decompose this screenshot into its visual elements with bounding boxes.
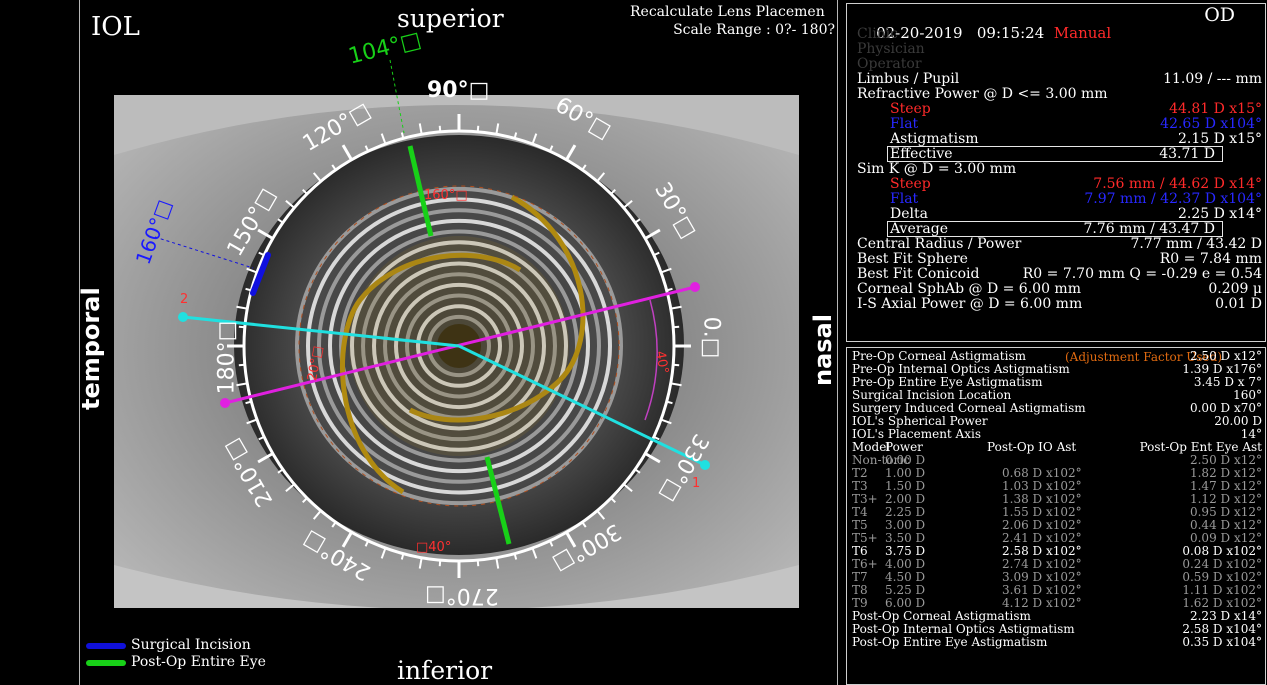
postop-legend-swatch bbox=[86, 660, 126, 666]
simk-flat-value: 7.97 mm / 42.37 D x104° bbox=[1084, 191, 1262, 207]
dial-tick bbox=[565, 144, 577, 161]
bfs-value: R0 = 7.84 mm bbox=[1159, 251, 1262, 267]
central-label: Central Radius / Power bbox=[857, 236, 1022, 252]
dial-tick bbox=[246, 267, 258, 274]
red-140-label: □40° bbox=[416, 540, 452, 555]
astig-value: 2.15 D x15° bbox=[1177, 131, 1262, 147]
central-value: 7.77 mm / 43.42 D bbox=[1130, 236, 1262, 252]
limbus-value: 11.09 / --- mm bbox=[1163, 71, 1262, 87]
effective-label: Effective bbox=[890, 146, 953, 162]
operator-label: Operator bbox=[857, 56, 922, 72]
keratometry-panel: 02-20-2019 09:15:24 Manual OD Clinic Phy… bbox=[846, 3, 1266, 342]
center-border bbox=[837, 0, 838, 685]
simk-flat-label: Flat bbox=[890, 191, 919, 207]
angle-label-180: 180°□ bbox=[214, 320, 240, 395]
is-label: I-S Axial Power @ D = 6.00 mm bbox=[857, 296, 1083, 312]
delta-value: 2.25 D x14° bbox=[1177, 206, 1262, 222]
limbus-label: Limbus / Pupil bbox=[857, 71, 960, 87]
dial-tick bbox=[531, 133, 538, 145]
incision-legend-swatch bbox=[86, 643, 126, 649]
flat-value: 42.65 D x104° bbox=[1160, 116, 1262, 132]
dial-tick bbox=[495, 123, 500, 135]
simk-steep-value: 7.56 mm / 44.62 D x14° bbox=[1093, 176, 1262, 192]
exam-mode: Manual bbox=[1053, 24, 1112, 42]
delta-label: Delta bbox=[890, 206, 928, 222]
bfc-value: R0 = 7.70 mm Q = -0.29 e = 0.54 bbox=[1022, 266, 1262, 282]
dial-tick bbox=[495, 557, 500, 569]
average-label: Average bbox=[890, 221, 949, 237]
steep-label: Steep bbox=[890, 101, 931, 117]
postop-row-value: 0.35 D x104° bbox=[1182, 635, 1262, 649]
dial-tick bbox=[531, 547, 538, 559]
point-1-label: 1 bbox=[692, 476, 701, 491]
clinic-label: Clinic bbox=[857, 26, 899, 42]
flat-label: Flat bbox=[890, 116, 919, 132]
effective-value: 43.71 D bbox=[1159, 146, 1215, 162]
sphab-label: Corneal SphAb @ D = 6.00 mm bbox=[857, 281, 1081, 297]
is-value: 0.01 D bbox=[1215, 296, 1262, 312]
dial-tick bbox=[670, 305, 682, 310]
dial-tick bbox=[236, 305, 248, 310]
toric-calc-panel: (Adjustment Factor Used) Pre-Op Corneal … bbox=[846, 347, 1266, 685]
dial-tick bbox=[312, 172, 322, 182]
angle-label-90: 90°□ bbox=[427, 78, 490, 103]
dial-tick bbox=[257, 452, 274, 464]
bfc-label: Best Fit Conicoid bbox=[857, 266, 980, 282]
dial-tick bbox=[341, 144, 353, 161]
sphab-value: 0.209 μ bbox=[1208, 281, 1262, 297]
point-2-label: 2 bbox=[180, 292, 189, 307]
dial-tick bbox=[670, 382, 682, 387]
dial-tick bbox=[644, 452, 661, 464]
average-value: 7.76 mm / 43.47 D bbox=[1083, 221, 1215, 237]
refr-label: Refractive Power @ D <= 3.00 mm bbox=[857, 86, 1108, 102]
dial-tick bbox=[644, 228, 661, 240]
red-160-label: 160°□ bbox=[424, 188, 468, 203]
postop-row-label: Post-Op Entire Eye Astigmatism bbox=[852, 635, 1048, 649]
dial-tick bbox=[380, 547, 387, 559]
steep-value: 44.81 D x15° bbox=[1169, 101, 1262, 117]
dial-tick bbox=[312, 510, 322, 520]
dial-tick bbox=[596, 172, 606, 182]
simk-label: Sim K @ D = 3.00 mm bbox=[857, 161, 1017, 177]
dial-tick bbox=[285, 483, 295, 493]
dial-tick bbox=[418, 123, 423, 135]
dial-tick bbox=[246, 418, 258, 425]
dial-tick bbox=[380, 133, 387, 145]
eye-side: OD bbox=[1204, 4, 1235, 26]
dial-tick bbox=[418, 557, 423, 569]
incision-legend-label: Surgical Incision bbox=[131, 637, 251, 653]
astig-label: Astigmatism bbox=[890, 131, 979, 147]
dial-tick bbox=[660, 418, 672, 425]
dial-tick bbox=[660, 267, 672, 274]
dial-tick bbox=[596, 510, 606, 520]
postop-legend-label: Post-Op Entire Eye bbox=[131, 654, 266, 670]
col-io-ast: Post-Op IO Ast bbox=[987, 440, 1077, 454]
simk-steep-label: Steep bbox=[890, 176, 931, 192]
dial-tick bbox=[285, 199, 295, 209]
angle-label-0: 0.□ bbox=[698, 316, 724, 359]
dial-tick bbox=[623, 483, 633, 493]
bfs-label: Best Fit Sphere bbox=[857, 251, 968, 267]
physician-label: Physician bbox=[857, 41, 925, 57]
dial-tick bbox=[623, 199, 633, 209]
exam-time: 09:15:24 bbox=[976, 24, 1045, 42]
angle-label-270: 270°□ bbox=[425, 583, 499, 608]
